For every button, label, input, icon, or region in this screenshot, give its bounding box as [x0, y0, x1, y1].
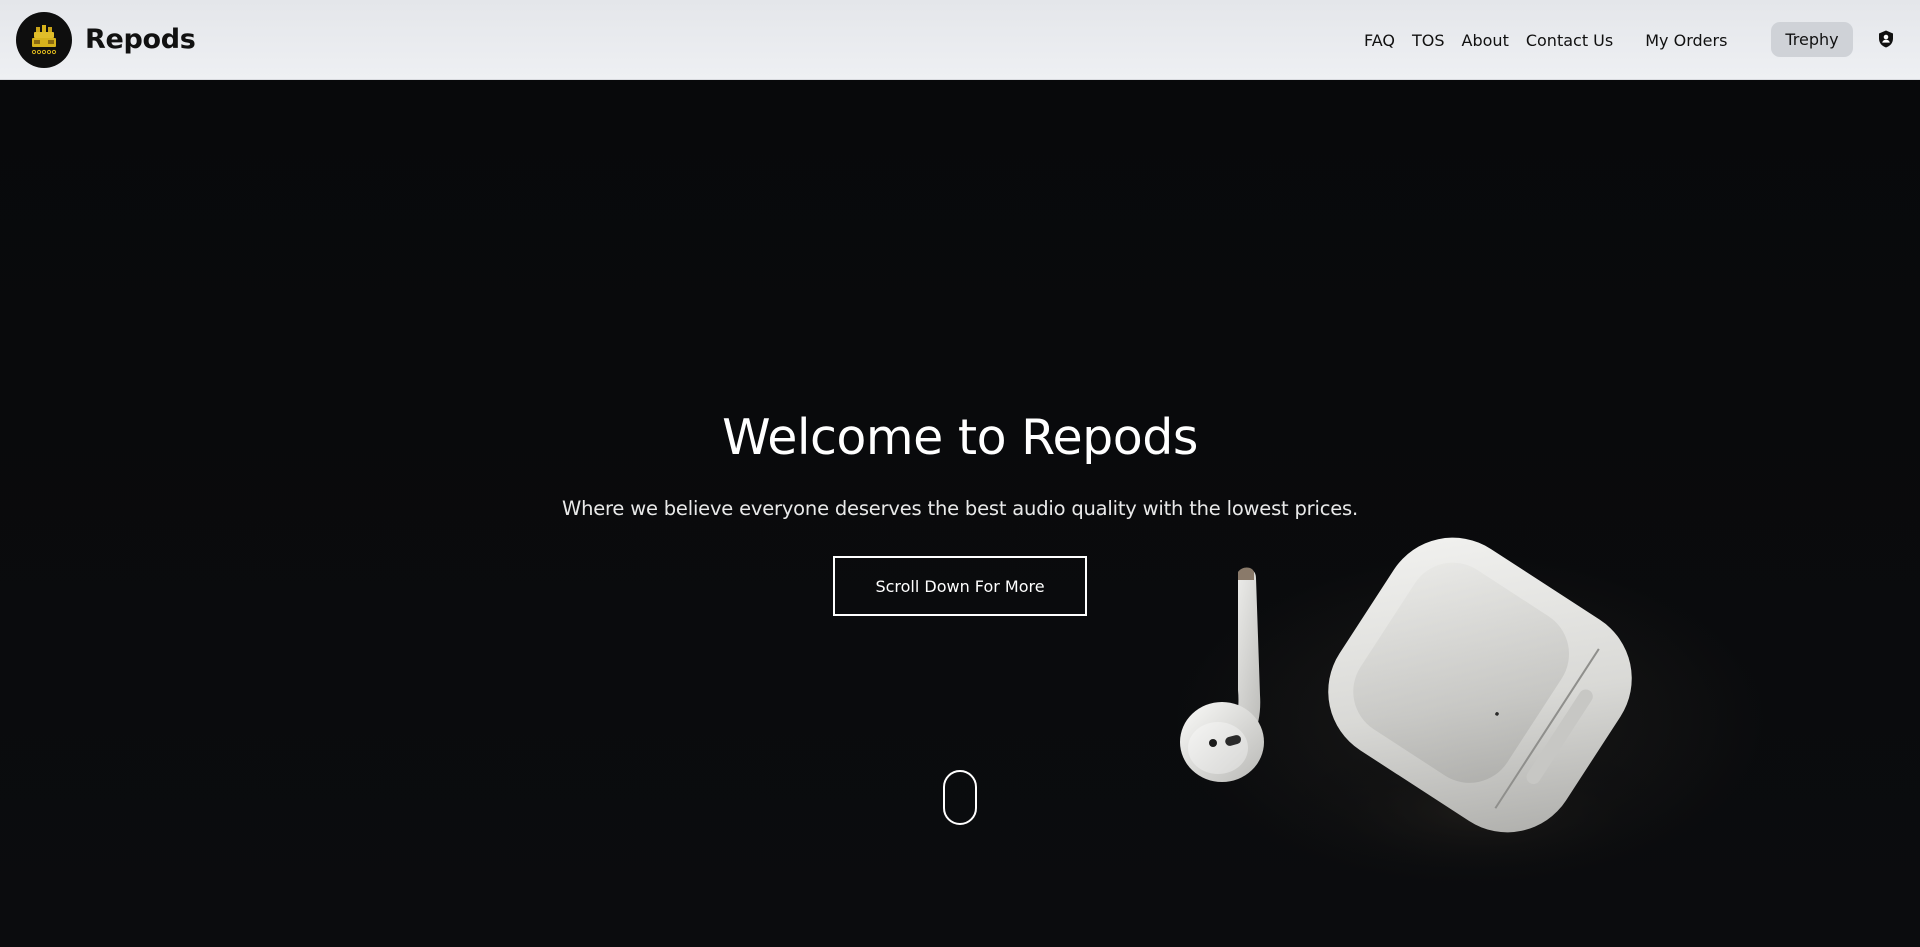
nav-link-my-orders[interactable]: My Orders: [1645, 31, 1727, 50]
mouse-scroll-icon[interactable]: [943, 770, 977, 825]
hero-subtitle: Where we believe everyone deserves the b…: [561, 497, 1358, 520]
user-account-button[interactable]: Trephy: [1771, 22, 1853, 57]
nav-link-contact-us[interactable]: Contact Us: [1526, 31, 1613, 50]
golden-cake-logo-icon: [16, 11, 72, 68]
brand-name: Repods: [85, 24, 196, 55]
brand-home-link[interactable]: Repods: [16, 11, 196, 68]
airpods-with-case-photo: [1180, 537, 1650, 880]
nav-link-faq[interactable]: FAQ: [1364, 31, 1395, 50]
shield-icon[interactable]: [1876, 29, 1896, 49]
hero-title: Welcome to Repods: [722, 409, 1198, 466]
hero-section: Welcome to Repods Where we believe every…: [0, 80, 1920, 947]
nav-link-tos[interactable]: TOS: [1412, 31, 1445, 50]
top-navbar: Repods FAQ TOS About Contact Us My Order…: [0, 0, 1920, 80]
scroll-down-button[interactable]: Scroll Down For More: [833, 556, 1087, 616]
main-nav: FAQ TOS About Contact Us My Orders: [1355, 0, 1727, 80]
nav-link-about[interactable]: About: [1462, 31, 1509, 50]
